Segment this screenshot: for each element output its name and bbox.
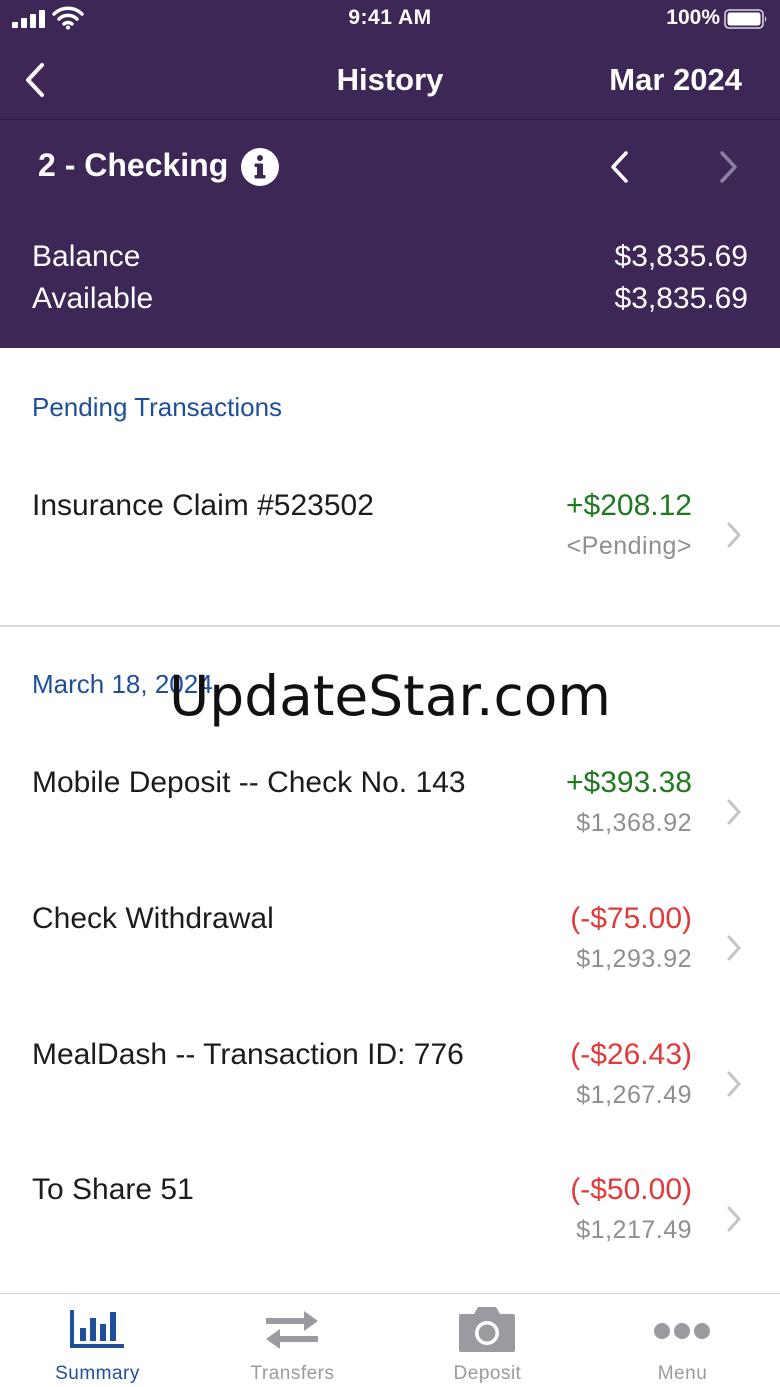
battery-icon xyxy=(724,9,767,29)
chevron-right-icon xyxy=(727,1071,741,1097)
account-header: 9:41 AM 100% History Mar 2024 2 - Checki… xyxy=(0,0,780,348)
balance-value: $3,835.69 xyxy=(614,240,748,273)
transaction-description: To Share 51 xyxy=(32,1173,194,1206)
camera-icon xyxy=(459,1307,515,1352)
next-account-chevron-icon[interactable] xyxy=(708,147,748,187)
status-time: 9:41 AM xyxy=(348,6,432,29)
account-selector: 2 - Checking xyxy=(0,121,780,211)
tab-label: Menu xyxy=(657,1363,708,1384)
transaction-row[interactable]: Mobile Deposit -- Check No. 143 +$393.38… xyxy=(0,766,780,896)
transaction-row[interactable]: MealDash -- Transaction ID: 776 (-$26.43… xyxy=(0,1038,780,1168)
transaction-amount: (-$50.00) xyxy=(570,1173,692,1206)
tab-deposit[interactable]: Deposit xyxy=(390,1294,585,1387)
info-icon[interactable] xyxy=(240,147,280,187)
previous-account-chevron-icon[interactable] xyxy=(600,147,640,187)
tab-bar: Summary Transfers Deposit Menu xyxy=(0,1293,780,1387)
tab-summary[interactable]: Summary xyxy=(0,1294,195,1387)
tab-label: Transfers xyxy=(250,1363,335,1384)
battery-percentage: 100% xyxy=(666,6,720,29)
available-value: $3,835.69 xyxy=(614,282,748,315)
running-balance: $1,293.92 xyxy=(576,945,692,973)
tab-transfers[interactable]: Transfers xyxy=(195,1294,390,1387)
section-divider xyxy=(0,625,780,627)
transaction-row[interactable]: Check Withdrawal (-$75.00) $1,293.92 xyxy=(0,902,780,1032)
pending-section-header: Pending Transactions xyxy=(32,392,283,422)
tab-label: Summary xyxy=(55,1363,140,1384)
chevron-right-icon xyxy=(727,935,741,961)
chevron-right-icon xyxy=(727,799,741,825)
tab-menu[interactable]: Menu xyxy=(585,1294,780,1387)
running-balance: $1,368.92 xyxy=(576,809,692,837)
date-section-header: March 18, 2024 xyxy=(32,669,213,699)
transaction-description: Insurance Claim #523502 xyxy=(32,489,374,522)
transaction-description: Check Withdrawal xyxy=(32,902,274,935)
transaction-amount: (-$75.00) xyxy=(570,902,692,935)
bar-chart-icon xyxy=(70,1310,124,1348)
available-label: Available xyxy=(32,282,154,315)
transaction-amount: +$393.38 xyxy=(566,766,692,799)
running-balance: $1,217.49 xyxy=(576,1216,692,1244)
transaction-amount: +$208.12 xyxy=(566,489,692,522)
running-balance: $1,267.49 xyxy=(576,1081,692,1109)
balance-label: Balance xyxy=(32,240,141,273)
status-bar: 9:41 AM 100% xyxy=(0,0,780,40)
transaction-status: <Pending> xyxy=(566,532,692,560)
transaction-description: MealDash -- Transaction ID: 776 xyxy=(32,1038,464,1071)
chevron-right-icon xyxy=(727,522,741,548)
more-dots-icon xyxy=(654,1323,710,1339)
transaction-row[interactable]: Insurance Claim #523502 +$208.12 <Pendin… xyxy=(0,489,780,619)
account-name: 2 - Checking xyxy=(38,147,229,183)
transfer-arrows-icon xyxy=(266,1311,318,1349)
transaction-amount: (-$26.43) xyxy=(570,1038,692,1071)
tab-label: Deposit xyxy=(453,1363,522,1384)
transaction-row[interactable]: To Share 51 (-$50.00) $1,217.49 xyxy=(0,1173,780,1303)
chevron-right-icon xyxy=(727,1206,741,1232)
month-selector[interactable]: Mar 2024 xyxy=(609,62,742,98)
navigation-bar: History Mar 2024 xyxy=(0,44,780,120)
transaction-description: Mobile Deposit -- Check No. 143 xyxy=(32,766,466,799)
